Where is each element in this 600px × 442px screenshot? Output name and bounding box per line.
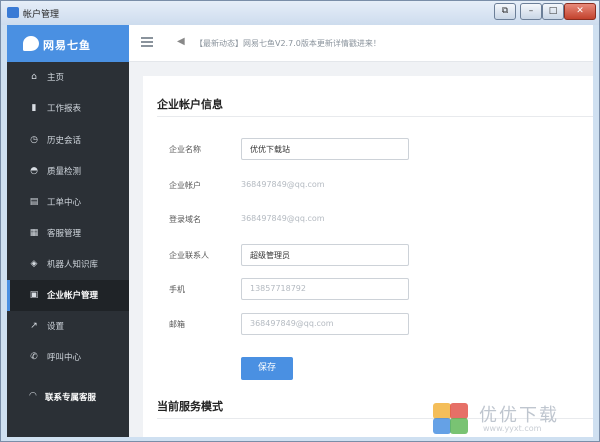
watermark: 优优下载 www.yyxt.com bbox=[433, 399, 593, 437]
form-row-contact-person: 企业联系人 超级管理员 bbox=[169, 244, 569, 267]
sidebar-item-label: 设置 bbox=[47, 322, 65, 332]
sidebar-item-3[interactable]: ◷ 历史会话 bbox=[7, 125, 129, 156]
fish-logo-icon bbox=[23, 36, 39, 51]
main-content: 企业帐户信息 企业名称 优优下载站 企业帐户 368497849@qq.com 登录域名… bbox=[129, 62, 593, 437]
sidebar-item-label: 工作报表 bbox=[47, 104, 82, 114]
form-row-email: 邮箱 368497849@qq.com bbox=[169, 313, 569, 336]
brand-header[interactable]: 网易七鱼 bbox=[7, 25, 129, 62]
bar-chart-icon: ▮ bbox=[31, 103, 37, 113]
company-name-label: 企业名称 bbox=[169, 145, 201, 154]
company-name-input[interactable]: 优优下载站 bbox=[241, 138, 409, 160]
building-icon: ▣ bbox=[29, 290, 39, 300]
sidebar-item-4[interactable]: ◓ 质量检测 bbox=[7, 156, 129, 187]
form-row-company-account: 企业帐户 368497849@qq.com bbox=[169, 174, 569, 197]
app-window: 帐户管理 ⧉ – □ ✕ 网易七鱼 ⌂ 主页 ▮ 工作报表 ◷ 历史会话 ◓ 质量检测 ▤ 工单中… bbox=[0, 0, 600, 442]
contact-support-label: 联系专属客服 bbox=[45, 393, 97, 403]
section-title-account-info: 企业帐户信息 bbox=[157, 98, 223, 111]
clock-icon: ◷ bbox=[30, 135, 38, 145]
title-bar: 帐户管理 ⧉ – □ ✕ bbox=[1, 1, 599, 25]
top-bar: ◀ 【最新动态】网易七鱼V2.7.0版本更新详情戳进来！ bbox=[129, 25, 593, 62]
email-input[interactable]: 368497849@qq.com bbox=[241, 313, 409, 335]
save-button[interactable]: 保存 bbox=[241, 357, 293, 380]
section-title-service-mode: 当前服务模式 bbox=[157, 400, 223, 413]
form-row-company-name: 企业名称 优优下载站 bbox=[169, 138, 569, 161]
robot-icon: ◈ bbox=[30, 259, 38, 269]
sidebar-item-2[interactable]: ▮ 工作报表 bbox=[7, 93, 129, 124]
minimize-button[interactable]: – bbox=[520, 3, 542, 20]
home-icon: ⌂ bbox=[31, 72, 37, 82]
contact-person-input[interactable]: 超级管理员 bbox=[241, 244, 409, 266]
sidebar-item-6[interactable]: ▦ 客服管理 bbox=[7, 218, 129, 249]
document-icon: ▤ bbox=[29, 197, 39, 207]
section-divider bbox=[157, 116, 593, 117]
sidebar-item-label: 工单中心 bbox=[47, 198, 82, 208]
app-icon bbox=[7, 7, 19, 18]
sidebar-item-label: 机器人知识库 bbox=[47, 260, 99, 270]
phone-input[interactable]: 13857718792 bbox=[241, 278, 409, 300]
phone-icon: ✆ bbox=[30, 352, 38, 362]
sidebar-item-label: 客服管理 bbox=[47, 229, 82, 239]
client-area: 网易七鱼 ⌂ 主页 ▮ 工作报表 ◷ 历史会话 ◓ 质量检测 ▤ 工单中心 ▦ 客服管理 ◈ 机器人知识库… bbox=[7, 25, 593, 437]
phone-label: 手机 bbox=[169, 285, 185, 294]
form-row-login-domain: 登录域名 368497849@qq.com bbox=[169, 208, 569, 231]
login-domain-label: 登录域名 bbox=[169, 215, 201, 224]
company-account-label: 企业帐户 bbox=[169, 181, 201, 190]
brand-name: 网易七鱼 bbox=[43, 39, 91, 52]
email-label: 邮箱 bbox=[169, 320, 185, 329]
grid-icon: ▦ bbox=[29, 228, 39, 238]
form-row-phone: 手机 13857718792 bbox=[169, 278, 569, 301]
speaker-icon: ◀ bbox=[177, 36, 185, 47]
maximize-button[interactable]: □ bbox=[542, 3, 564, 20]
sidebar-item-label: 主页 bbox=[47, 73, 65, 83]
sidebar-item-10[interactable]: ✆ 呼叫中心 bbox=[7, 342, 129, 373]
contact-support-button[interactable]: ◠ 联系专属客服 bbox=[7, 384, 129, 411]
sidebar-item-1[interactable]: ⌂ 主页 bbox=[7, 62, 129, 93]
contact-person-label: 企业联系人 bbox=[169, 251, 209, 260]
sidebar-item-label: 呼叫中心 bbox=[47, 353, 82, 363]
sidebar-item-label: 历史会话 bbox=[47, 136, 82, 146]
sidebar-item-8[interactable]: ▣ 企业帐户管理 bbox=[7, 280, 129, 311]
watermark-logo-icon bbox=[433, 403, 469, 435]
gauge-icon: ◓ bbox=[30, 166, 38, 176]
login-domain-value: 368497849@qq.com bbox=[241, 214, 325, 223]
close-button[interactable]: ✕ bbox=[564, 3, 596, 20]
sidebar-item-9[interactable]: ↗ 设置 bbox=[7, 311, 129, 342]
window-title: 帐户管理 bbox=[23, 10, 60, 20]
sidebar-item-label: 质量检测 bbox=[47, 167, 82, 177]
update-notice-link[interactable]: 【最新动态】网易七鱼V2.7.0版本更新详情戳进来！ bbox=[195, 38, 381, 49]
sidebar-item-5[interactable]: ▤ 工单中心 bbox=[7, 187, 129, 218]
sidebar-item-7[interactable]: ◈ 机器人知识库 bbox=[7, 249, 129, 280]
account-panel: 企业帐户信息 企业名称 优优下载站 企业帐户 368497849@qq.com 登录域名… bbox=[143, 76, 593, 437]
sidebar-item-label: 企业帐户管理 bbox=[47, 291, 99, 301]
menu-toggle-icon[interactable] bbox=[141, 37, 153, 49]
headset-icon: ◠ bbox=[29, 391, 37, 401]
company-account-value: 368497849@qq.com bbox=[241, 180, 325, 189]
sidebar: 网易七鱼 ⌂ 主页 ▮ 工作报表 ◷ 历史会话 ◓ 质量检测 ▤ 工单中心 ▦ 客服管理 ◈ 机器人知识库… bbox=[7, 25, 129, 437]
restore-window-button[interactable]: ⧉ bbox=[494, 3, 516, 20]
watermark-url: www.yyxt.com bbox=[483, 424, 542, 433]
wrench-icon: ↗ bbox=[30, 321, 38, 331]
